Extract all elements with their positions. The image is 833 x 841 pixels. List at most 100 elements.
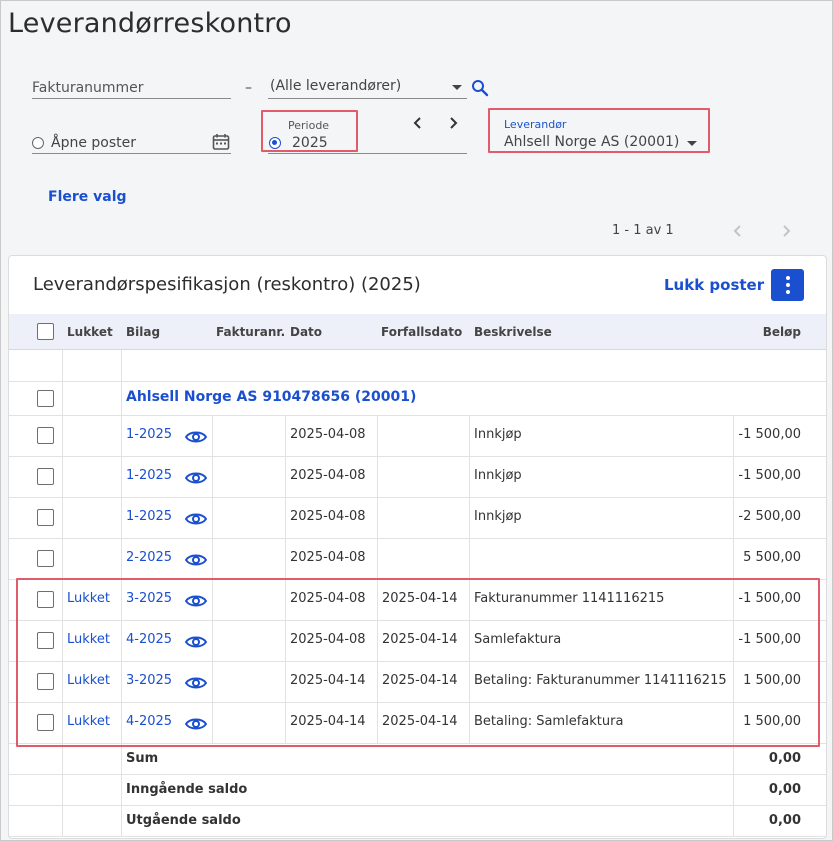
column-divider	[733, 743, 734, 774]
eye-icon[interactable]	[184, 552, 208, 571]
column-divider	[121, 805, 122, 836]
chevron-right-icon[interactable]	[447, 116, 459, 130]
column-divider	[469, 415, 470, 456]
header-belop: Beløp	[762, 325, 801, 339]
column-divider	[62, 350, 63, 381]
summary-label: Inngående saldo	[126, 782, 248, 797]
row-checkbox[interactable]	[37, 550, 54, 567]
summary-value: 0,00	[768, 782, 801, 797]
column-divider	[377, 415, 378, 456]
header-forfallsdato: Forfallsdato	[381, 325, 463, 339]
summary-value: 0,00	[768, 751, 801, 766]
column-divider	[62, 415, 63, 456]
chevron-left-icon[interactable]	[412, 116, 424, 130]
column-divider	[469, 538, 470, 579]
summary-row: Inngående saldo 0,00	[9, 774, 826, 806]
row-checkbox[interactable]	[37, 427, 54, 444]
date-cell: 2025-04-08	[290, 468, 366, 483]
table-row: 1-2025 2025-04-08 Innkjøp -2 500,00	[9, 497, 826, 539]
voucher-link[interactable]: 1-2025	[126, 427, 172, 442]
column-divider	[469, 497, 470, 538]
column-divider	[62, 497, 63, 538]
header-dato: Dato	[290, 325, 323, 339]
column-divider	[377, 456, 378, 497]
supplier-select-value: (Alle leverandører)	[270, 78, 402, 94]
voucher-link[interactable]: 1-2025	[126, 468, 172, 483]
eye-icon[interactable]	[184, 429, 208, 448]
search-icon[interactable]	[471, 79, 489, 97]
summary-row: Sum 0,00	[9, 743, 826, 775]
column-divider	[212, 538, 213, 579]
table-header: Lukket Bilag Fakturanr. Dato Forfallsdat…	[9, 314, 826, 350]
open-items-label: Åpne poster	[51, 135, 137, 151]
header-bilag: Bilag	[126, 325, 161, 339]
column-divider	[285, 497, 286, 538]
more-options-button[interactable]: Flere valg	[48, 189, 127, 205]
header-beskrivelse: Beskrivelse	[474, 325, 552, 339]
table-row: 1-2025 2025-04-08 Innkjøp -1 500,00	[9, 415, 826, 457]
period-label: Periode	[288, 119, 330, 132]
empty-row	[9, 350, 826, 382]
more-vertical-icon[interactable]	[771, 269, 804, 301]
chevron-down-icon	[687, 141, 697, 146]
eye-icon[interactable]	[184, 511, 208, 530]
column-divider	[121, 415, 122, 456]
header-fakturanr: Fakturanr.	[216, 325, 286, 339]
description-cell: Innkjøp	[474, 509, 522, 524]
column-divider	[62, 805, 63, 836]
ledger-card: Leverandørspesifikasjon (reskontro) (202…	[8, 255, 827, 839]
row-checkbox[interactable]	[37, 390, 54, 407]
open-items-radio[interactable]	[32, 137, 44, 149]
column-divider	[62, 774, 63, 805]
column-divider	[469, 456, 470, 497]
table-row: 2-2025 2025-04-08 5 500,00	[9, 538, 826, 580]
column-divider	[62, 538, 63, 579]
supplier-label: Leverandør	[504, 118, 567, 131]
column-divider	[62, 743, 63, 774]
amount-cell: -1 500,00	[738, 427, 801, 442]
column-divider	[285, 538, 286, 579]
column-divider	[377, 538, 378, 579]
column-divider	[733, 538, 734, 579]
row-checkbox[interactable]	[37, 468, 54, 485]
closed-rows-highlight	[16, 578, 820, 747]
column-divider	[121, 538, 122, 579]
table-row: 1-2025 2025-04-08 Innkjøp -1 500,00	[9, 456, 826, 498]
chevron-left-icon[interactable]	[732, 224, 744, 238]
voucher-link[interactable]: 2-2025	[126, 550, 172, 565]
period-radio[interactable]	[269, 137, 281, 149]
column-divider	[733, 774, 734, 805]
chevron-right-icon[interactable]	[780, 224, 792, 238]
group-row: Ahlsell Norge AS 910478656 (20001)	[9, 381, 826, 416]
close-entries-button[interactable]: Lukk poster	[664, 276, 764, 294]
amount-cell: -1 500,00	[738, 468, 801, 483]
column-divider	[285, 456, 286, 497]
header-lukket: Lukket	[67, 325, 113, 339]
date-cell: 2025-04-08	[290, 427, 366, 442]
voucher-link[interactable]: 1-2025	[126, 509, 172, 524]
row-checkbox[interactable]	[37, 509, 54, 526]
column-divider	[121, 381, 122, 415]
pagination-text: 1 - 1 av 1	[612, 223, 674, 238]
amount-cell: 5 500,00	[743, 550, 801, 565]
group-title[interactable]: Ahlsell Norge AS 910478656 (20001)	[126, 389, 416, 405]
column-divider	[733, 415, 734, 456]
page-title: Leverandørreskontro	[8, 8, 292, 39]
period-value: 2025	[292, 135, 328, 151]
calendar-icon[interactable]	[212, 133, 230, 151]
eye-icon[interactable]	[184, 470, 208, 489]
column-divider	[733, 805, 734, 836]
invoice-number-placeholder: Fakturanummer	[32, 80, 144, 96]
amount-cell: -2 500,00	[738, 509, 801, 524]
column-divider	[212, 415, 213, 456]
supplier-value: Ahlsell Norge AS (20001)	[504, 134, 680, 150]
column-divider	[121, 350, 122, 381]
column-divider	[285, 415, 286, 456]
column-divider	[121, 774, 122, 805]
column-divider	[62, 456, 63, 497]
select-all-checkbox[interactable]	[37, 323, 54, 340]
column-divider	[121, 743, 122, 774]
column-divider	[733, 497, 734, 538]
date-cell: 2025-04-08	[290, 509, 366, 524]
description-cell: Innkjøp	[474, 468, 522, 483]
